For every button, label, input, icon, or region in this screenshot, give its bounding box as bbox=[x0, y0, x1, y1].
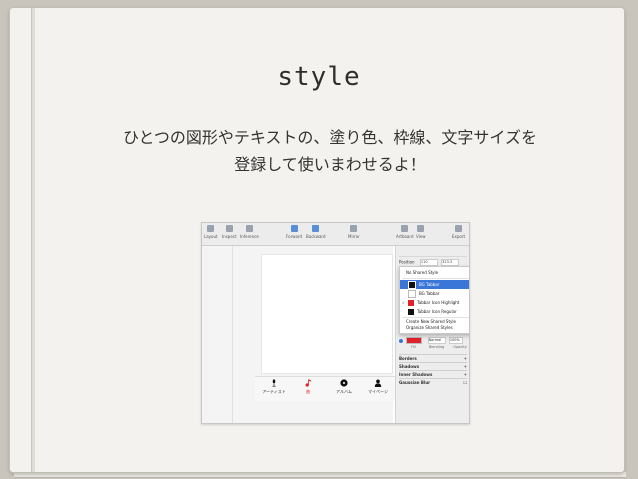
swatch bbox=[408, 290, 416, 298]
export-icon bbox=[455, 225, 463, 232]
slide-subtitle-line1: ひとつの図形やテキストの、塗り色、枠線、文字サイズを bbox=[123, 128, 537, 147]
menu-item-bg-tabbar-dark[interactable]: BG Tabbar bbox=[400, 280, 469, 289]
inference-icon bbox=[245, 225, 253, 232]
page-stack-edge bbox=[14, 472, 626, 478]
toolbar-export-button[interactable]: Export bbox=[452, 225, 465, 239]
fill-checkbox[interactable] bbox=[399, 338, 403, 343]
mirror-icon bbox=[350, 225, 358, 232]
menu-item-bg-tabbar-light[interactable]: BG Tabbar bbox=[400, 289, 469, 298]
inner-shadows-section[interactable]: Inner Shadows + bbox=[399, 370, 467, 377]
layers-panel bbox=[202, 246, 233, 423]
position-y-field[interactable]: 323.3 bbox=[441, 259, 460, 266]
design-canvas[interactable]: アーティスト 曲 アルバム マイページ bbox=[233, 246, 395, 423]
menu-item-tabbar-icon-regular[interactable]: Tabbar Icon Regular bbox=[400, 307, 469, 316]
blending-select[interactable]: Normal bbox=[427, 337, 446, 344]
alignment-row[interactable] bbox=[399, 250, 467, 257]
tab-song[interactable]: 曲 bbox=[293, 379, 323, 395]
fill-color-well[interactable] bbox=[406, 337, 423, 344]
toolbar-mirror-button[interactable]: Mirror bbox=[348, 225, 360, 239]
shared-style-menu: No Shared Style BG Tabbar BG Tabbar ✓ Tab… bbox=[399, 266, 469, 334]
forward-icon bbox=[290, 225, 298, 232]
music-note-icon bbox=[305, 379, 312, 387]
gaussian-blur-section[interactable]: Gaussian Blur ☐ bbox=[399, 378, 467, 385]
view-icon bbox=[417, 225, 425, 232]
add-shadow-icon[interactable]: + bbox=[464, 364, 467, 369]
toolbar-inference-button[interactable]: Inference bbox=[240, 225, 259, 239]
tab-artist[interactable]: アーティスト bbox=[259, 379, 289, 395]
swatch bbox=[408, 300, 414, 306]
toolbar-artboard-button[interactable]: Artboard bbox=[396, 225, 414, 239]
swatch bbox=[408, 281, 416, 289]
blur-toggle[interactable]: ☐ bbox=[463, 380, 467, 385]
disc-icon bbox=[340, 379, 348, 387]
artboard[interactable] bbox=[261, 254, 393, 374]
toolbar-layout-button[interactable]: Layout bbox=[204, 225, 218, 239]
slide-subtitle-line2: 登録して使いまわせるよ！ bbox=[234, 155, 426, 174]
slide-title: style bbox=[277, 62, 361, 92]
embedded-app-screenshot: Layout Inspect Inference Forward Backwar… bbox=[201, 222, 470, 424]
add-border-icon[interactable]: + bbox=[464, 356, 467, 361]
backward-icon bbox=[312, 225, 320, 232]
borders-section[interactable]: Borders + bbox=[399, 354, 467, 361]
tab-album[interactable]: アルバム bbox=[329, 379, 359, 395]
fill-labels-row: Fill Blending Opacity bbox=[411, 345, 467, 349]
toolbar-forward-button[interactable]: Forward bbox=[286, 225, 302, 239]
menu-item-tabbar-icon-highlight[interactable]: ✓ Tabbar Icon Highlight bbox=[400, 298, 469, 307]
opacity-field[interactable]: 100% bbox=[448, 337, 463, 344]
position-x-field[interactable]: 110 bbox=[419, 259, 438, 266]
menu-item-organize-shared-styles[interactable]: Organize Shared Styles bbox=[400, 324, 469, 331]
toolbar-backward-button[interactable]: Backward bbox=[306, 225, 326, 239]
tab-mypage[interactable]: マイページ bbox=[363, 379, 393, 395]
person-icon bbox=[374, 379, 382, 387]
inspect-icon bbox=[225, 225, 233, 232]
artboard-icon bbox=[401, 225, 409, 232]
menu-item-no-shared-style[interactable]: No Shared Style bbox=[400, 268, 469, 277]
swatch bbox=[408, 309, 414, 315]
tabbar-mockup[interactable]: アーティスト 曲 アルバム マイページ bbox=[255, 376, 395, 401]
app-toolbar: Layout Inspect Inference Forward Backwar… bbox=[202, 223, 469, 246]
microphone-icon bbox=[272, 379, 276, 387]
add-inner-shadow-icon[interactable]: + bbox=[464, 372, 467, 377]
menu-separator bbox=[402, 278, 469, 279]
layout-icon bbox=[207, 225, 215, 232]
position-row: Position 110 323.3 bbox=[399, 259, 467, 266]
fill-row: Normal 100% bbox=[399, 337, 467, 344]
toolbar-view-button[interactable]: View bbox=[416, 225, 426, 239]
checkmark-icon: ✓ bbox=[402, 300, 406, 305]
toolbar-inspect-button[interactable]: Inspect bbox=[222, 225, 237, 239]
shadows-section[interactable]: Shadows + bbox=[399, 362, 467, 369]
